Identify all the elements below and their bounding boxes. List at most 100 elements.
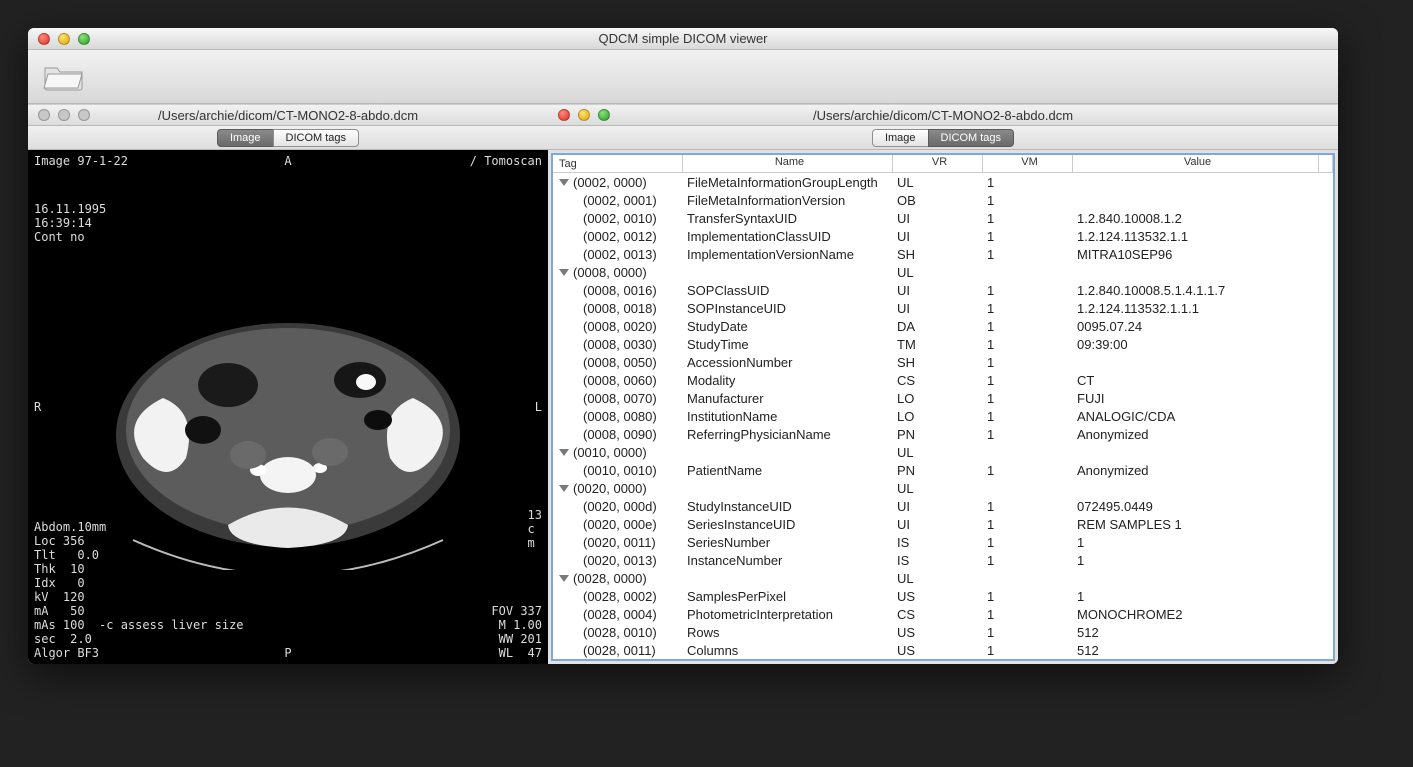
minimize-icon[interactable]	[578, 109, 590, 121]
table-row[interactable]: (0008, 0030)StudyTimeTM109:39:00	[553, 335, 1333, 353]
tab-image[interactable]: Image	[872, 129, 929, 147]
col-value[interactable]: Value	[1073, 155, 1319, 172]
cell-value: 512	[1073, 625, 1333, 640]
table-row[interactable]: (0010, 0000)UL	[553, 443, 1333, 461]
cell-tag: (0008, 0000)	[573, 265, 647, 280]
dicom-tags-table: Tag Name VR VM Value (0002, 0000)FileMet…	[551, 153, 1335, 661]
cell-vm: 1	[983, 175, 1073, 190]
cell-value: ANALOGIC/CDA	[1073, 409, 1333, 424]
cell-value: FUJI	[1073, 391, 1333, 406]
overlay-scale-marks: 13 c m	[528, 508, 542, 550]
col-tag[interactable]: Tag	[553, 155, 683, 172]
cell-vm: 1	[983, 589, 1073, 604]
cell-value: MONOCHROME2	[1073, 607, 1333, 622]
cell-tag: (0008, 0050)	[583, 355, 657, 370]
zoom-icon[interactable]	[598, 109, 610, 121]
table-row[interactable]: (0008, 0050)AccessionNumberSH1	[553, 353, 1333, 371]
cell-value: 512	[1073, 643, 1333, 658]
cell-tag: (0028, 0011)	[583, 643, 656, 658]
table-row[interactable]: (0008, 0090)ReferringPhysicianNamePN1Ano…	[553, 425, 1333, 443]
cell-tag: (0002, 0000)	[573, 175, 647, 190]
table-row[interactable]: (0028, 0000)UL	[553, 569, 1333, 587]
table-row[interactable]: (0008, 0080)InstitutionNameLO1ANALOGIC/C…	[553, 407, 1333, 425]
table-row[interactable]: (0002, 0013)ImplementationVersionNameSH1…	[553, 245, 1333, 263]
table-body[interactable]: (0002, 0000)FileMetaInformationGroupLeng…	[553, 173, 1333, 659]
table-row[interactable]: (0010, 0010)PatientNamePN1Anonymized	[553, 461, 1333, 479]
cell-vr: LO	[893, 391, 983, 406]
cell-tag: (0020, 000d)	[583, 499, 657, 514]
app-title: QDCM simple DICOM viewer	[28, 31, 1338, 46]
cell-name: SeriesInstanceUID	[683, 517, 893, 532]
table-row[interactable]: (0008, 0000)UL	[553, 263, 1333, 281]
table-row[interactable]: (0020, 000e)SeriesInstanceUIDUI1REM SAMP…	[553, 515, 1333, 533]
cell-value: 0095.07.24	[1073, 319, 1333, 334]
table-row[interactable]: (0002, 0001)FileMetaInformationVersionOB…	[553, 191, 1333, 209]
overlay-datetime: 16.11.1995 16:39:14 Cont no	[34, 202, 106, 244]
col-name[interactable]: Name	[683, 155, 893, 172]
tab-dicom-tags[interactable]: DICOM tags	[928, 129, 1015, 147]
cell-vm: 1	[983, 625, 1073, 640]
cell-vm: 1	[983, 409, 1073, 424]
disclosure-triangle-icon[interactable]	[559, 269, 569, 276]
open-file-button[interactable]	[42, 61, 86, 93]
cell-vm: 1	[983, 391, 1073, 406]
cell-vr: US	[893, 643, 983, 658]
table-row[interactable]: (0020, 0011)SeriesNumberIS11	[553, 533, 1333, 551]
zoom-icon[interactable]	[78, 33, 90, 45]
cell-vr: SH	[893, 247, 983, 262]
cell-name: AccessionNumber	[683, 355, 893, 370]
disclosure-triangle-icon[interactable]	[559, 485, 569, 492]
dicom-image-viewer[interactable]: Image 97-1-22 A / Tomoscan 16.11.1995 16…	[28, 150, 548, 664]
cell-vm: 1	[983, 553, 1073, 568]
tab-image[interactable]: Image	[217, 129, 274, 147]
cell-vr: DA	[893, 319, 983, 334]
table-row[interactable]: (0008, 0060)ModalityCS1CT	[553, 371, 1333, 389]
col-vr[interactable]: VR	[893, 155, 983, 172]
table-row[interactable]: (0020, 000d)StudyInstanceUIDUI1072495.04…	[553, 497, 1333, 515]
cell-name: TransferSyntaxUID	[683, 211, 893, 226]
table-row[interactable]: (0020, 0013)InstanceNumberIS11	[553, 551, 1333, 569]
table-row[interactable]: (0028, 0011)ColumnsUS1512	[553, 641, 1333, 659]
table-row[interactable]: (0020, 0000)UL	[553, 479, 1333, 497]
disclosure-triangle-icon[interactable]	[559, 179, 569, 186]
cell-name: Modality	[683, 373, 893, 388]
cell-tag: (0002, 0010)	[583, 211, 657, 226]
cell-vr: CS	[893, 607, 983, 622]
table-row[interactable]: (0002, 0000)FileMetaInformationGroupLeng…	[553, 173, 1333, 191]
cell-value: 1.2.124.113532.1.1.1	[1073, 301, 1333, 316]
window-controls	[28, 33, 90, 45]
zoom-icon[interactable]	[78, 109, 90, 121]
table-row[interactable]: (0002, 0010)TransferSyntaxUIDUI11.2.840.…	[553, 209, 1333, 227]
table-row[interactable]: (0008, 0016)SOPClassUIDUI11.2.840.10008.…	[553, 281, 1333, 299]
close-icon[interactable]	[558, 109, 570, 121]
cell-name: PhotometricInterpretation	[683, 607, 893, 622]
table-row[interactable]: (0028, 0010)RowsUS1512	[553, 623, 1333, 641]
close-icon[interactable]	[38, 109, 50, 121]
table-row[interactable]: (0008, 0020)StudyDateDA10095.07.24	[553, 317, 1333, 335]
cell-value: 1	[1073, 535, 1333, 550]
table-row[interactable]: (0028, 0004)PhotometricInterpretationCS1…	[553, 605, 1333, 623]
table-row[interactable]: (0008, 0070)ManufacturerLO1FUJI	[553, 389, 1333, 407]
disclosure-triangle-icon[interactable]	[559, 449, 569, 456]
cell-vm: 1	[983, 607, 1073, 622]
disclosure-triangle-icon[interactable]	[559, 575, 569, 582]
minimize-icon[interactable]	[58, 109, 70, 121]
cell-name: SamplesPerPixel	[683, 589, 893, 604]
tab-dicom-tags[interactable]: DICOM tags	[273, 129, 360, 147]
table-row[interactable]: (0028, 0002)SamplesPerPixelUS11	[553, 587, 1333, 605]
cell-vr: UL	[893, 571, 983, 586]
cell-name: FileMetaInformationVersion	[683, 193, 893, 208]
col-vm[interactable]: VM	[983, 155, 1073, 172]
cell-vm: 1	[983, 337, 1073, 352]
cell-tag: (0028, 0002)	[583, 589, 657, 604]
cell-vr: OB	[893, 193, 983, 208]
minimize-icon[interactable]	[58, 33, 70, 45]
table-row[interactable]: (0002, 0012)ImplementationClassUIDUI11.2…	[553, 227, 1333, 245]
cell-value: 1	[1073, 589, 1333, 604]
cell-tag: (0010, 0010)	[583, 463, 657, 478]
left-tabstrip: Image DICOM tags	[28, 126, 548, 150]
table-row[interactable]: (0008, 0018)SOPInstanceUIDUI11.2.124.113…	[553, 299, 1333, 317]
close-icon[interactable]	[38, 33, 50, 45]
toolbar	[28, 50, 1338, 104]
right-subwindow-titlebar: /Users/archie/dicom/CT-MONO2-8-abdo.dcm	[548, 104, 1338, 126]
